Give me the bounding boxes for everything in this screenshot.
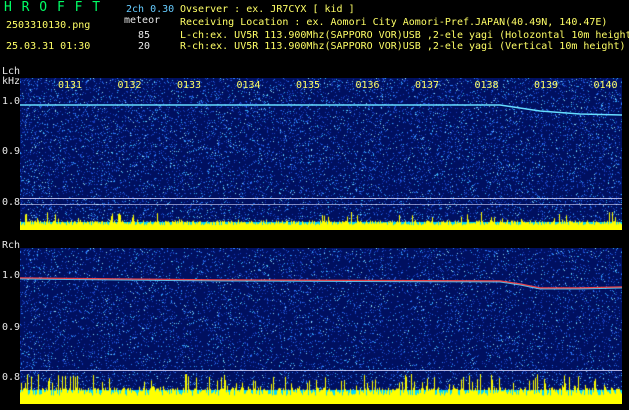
lch-time-tick: 0138 — [474, 80, 499, 91]
lch-unit-label: kHz — [2, 76, 21, 87]
lch-time-tick: 0131 — [58, 80, 83, 91]
lch-signal-trace — [20, 104, 622, 116]
meteor-label: meteor — [124, 15, 161, 26]
lch-time-tick: 0137 — [415, 80, 440, 91]
lch-time-tick: 0140 — [593, 80, 618, 91]
rch-channel-label: Rch — [2, 240, 21, 251]
rch-meteor-strip — [20, 374, 622, 404]
rch-spectrogram-panel — [20, 248, 622, 404]
app-title: H R O F F T — [4, 0, 102, 15]
rch-description: R-ch:ex. UV5R 113.900Mhz(SAPPORO VOR)USB… — [180, 41, 626, 52]
version-label: 2ch 0.30 — [126, 4, 175, 15]
lch-y-tick: 1.0 — [2, 96, 21, 107]
lch-time-tick: 0135 — [296, 80, 321, 91]
lch-y-tick: 0.8 — [2, 197, 21, 208]
lch-time-tick: 0132 — [117, 80, 142, 91]
lch-description: L-ch:ex. UV5R 113.900Mhz(SAPPORO VOR)USB… — [180, 30, 629, 41]
location-line: Receiving Location : ex. Aomori City Aom… — [180, 17, 608, 28]
datetime-label: 25.03.31 01:30 — [6, 41, 91, 52]
lch-y-tick: 0.9 — [2, 146, 21, 157]
lch-time-tick: 0139 — [534, 80, 559, 91]
rch-y-tick: 0.9 — [2, 322, 21, 333]
rch-meteor-count: 20 — [138, 41, 151, 52]
rch-y-tick: 1.0 — [2, 270, 21, 281]
lch-spectrogram-panel — [20, 78, 622, 230]
filename-label: 2503310130.png — [6, 20, 91, 31]
lch-meteor-count: 85 — [138, 30, 151, 41]
rch-y-tick: 0.8 — [2, 372, 21, 383]
lch-time-tick: 0133 — [177, 80, 202, 91]
observer-line: Ovserver : ex. JR7CYX [ kid ] — [180, 4, 355, 15]
lch-time-tick: 0134 — [236, 80, 261, 91]
lch-meteor-strip — [20, 212, 622, 230]
lch-time-tick: 0136 — [355, 80, 380, 91]
